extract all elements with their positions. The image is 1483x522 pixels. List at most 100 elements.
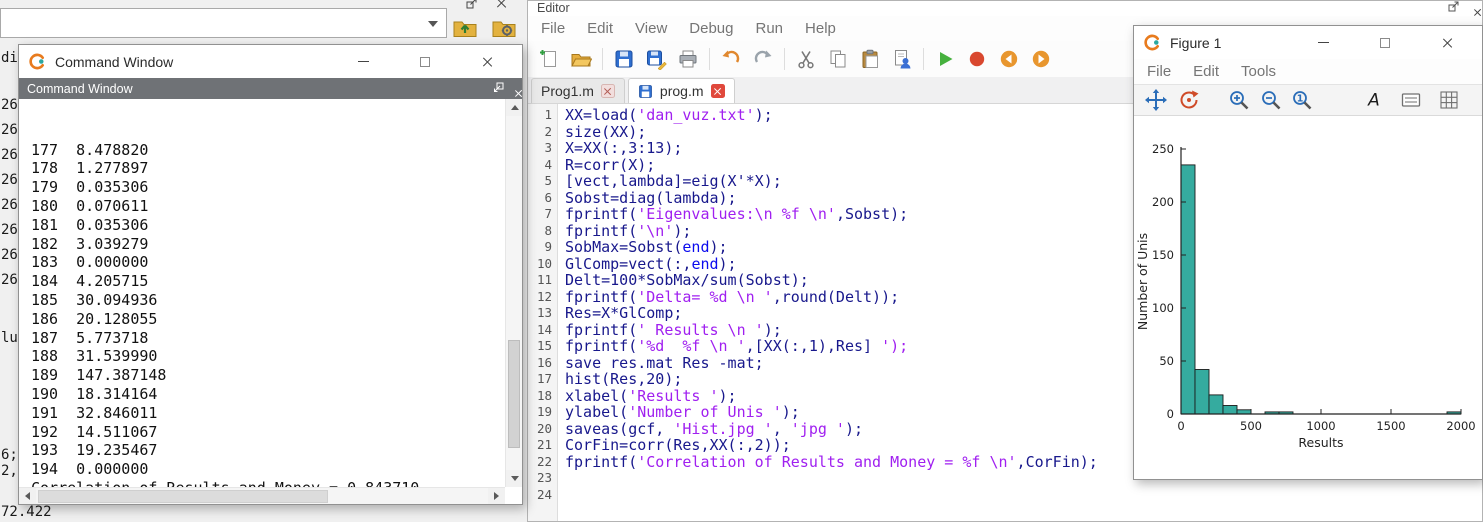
- output-line: 185 30.094936: [31, 291, 419, 310]
- editor-menu-help[interactable]: Help: [794, 20, 847, 37]
- vertical-scrollbar-thumb[interactable]: [508, 340, 520, 449]
- insert-text-button[interactable]: A: [1360, 87, 1388, 113]
- line-number: 2: [528, 124, 552, 141]
- undock-button[interactable]: [464, 0, 478, 9]
- step-forward-button[interactable]: [1026, 45, 1056, 73]
- toolbar-separator: [602, 48, 603, 70]
- histogram-bar: [1223, 406, 1237, 415]
- vertical-scrollbar[interactable]: [505, 99, 522, 487]
- new-script-button[interactable]: [534, 45, 564, 73]
- line-number: 21: [528, 437, 552, 454]
- close-button[interactable]: [1426, 30, 1468, 56]
- zoom-out-icon: [1260, 89, 1282, 111]
- editor-gutter: 123456789101112131415161718192021222324: [528, 104, 558, 521]
- editor-undock-button[interactable]: [1448, 1, 1459, 15]
- line-number: 13: [528, 305, 552, 322]
- scroll-down-button[interactable]: [506, 470, 522, 487]
- background-dropdown[interactable]: [0, 8, 447, 38]
- horizontal-scrollbar-thumb[interactable]: [38, 490, 328, 503]
- redo-icon: [753, 49, 773, 69]
- paste-button[interactable]: [855, 45, 885, 73]
- line-number: 12: [528, 289, 552, 306]
- run-button[interactable]: [930, 45, 960, 73]
- line-number: 7: [528, 206, 552, 223]
- background-text-fragment: 2,: [1, 463, 18, 479]
- undo-icon: [721, 49, 741, 69]
- save-button[interactable]: [609, 45, 639, 73]
- print-button[interactable]: [673, 45, 703, 73]
- line-number: 11: [528, 272, 552, 289]
- undock-icon: [1448, 1, 1459, 12]
- close-icon: [713, 87, 722, 96]
- open-button[interactable]: [566, 45, 596, 73]
- maximize-button[interactable]: [1364, 30, 1406, 56]
- command-window-panel-header: Command Window: [19, 78, 522, 99]
- copy-button[interactable]: [823, 45, 853, 73]
- background-top-icons: [464, 0, 508, 9]
- y-tick-label: 0: [1167, 407, 1174, 421]
- folder-settings-button[interactable]: [489, 13, 519, 41]
- editor-menu-debug[interactable]: Debug: [678, 20, 744, 37]
- editor-menu-view[interactable]: View: [624, 20, 678, 37]
- figure-menu-edit[interactable]: Edit: [1182, 63, 1230, 80]
- background-text-fragment: 6;: [1, 447, 18, 463]
- editor-menu-edit[interactable]: Edit: [576, 20, 624, 37]
- background-text-fragment: 26: [1, 172, 18, 188]
- figure-plot-area: 0501001502002500500100015002000ResultsNu…: [1134, 116, 1482, 479]
- cut-button[interactable]: [791, 45, 821, 73]
- scroll-up-button[interactable]: [506, 99, 522, 116]
- background-text-fragment: di: [1, 50, 18, 66]
- x-axis-label: Results: [1298, 435, 1343, 450]
- scroll-right-button[interactable]: [488, 488, 505, 505]
- close-button[interactable]: [494, 0, 508, 9]
- breakpoint-button[interactable]: [962, 45, 992, 73]
- tab-close-button[interactable]: [711, 84, 725, 98]
- browse-up-folder-button[interactable]: [450, 13, 480, 41]
- output-line: 177 8.478820: [31, 141, 419, 160]
- toolbar-separator: [923, 48, 924, 70]
- line-number: 8: [528, 223, 552, 240]
- dock-button[interactable]: [493, 82, 504, 96]
- editor-menu-file[interactable]: File: [530, 20, 576, 37]
- figure-menu-tools[interactable]: Tools: [1230, 63, 1287, 80]
- maximize-button[interactable]: [404, 49, 446, 75]
- command-window-output[interactable]: 177 8.478820178 1.277897179 0.035306180 …: [31, 141, 419, 498]
- line-number: 5: [528, 173, 552, 190]
- panel-title: Command Window: [27, 82, 133, 96]
- undock-icon: [466, 0, 477, 9]
- rotate-3d-button[interactable]: [1175, 87, 1203, 113]
- zoom-reset-button[interactable]: 1: [1288, 87, 1316, 113]
- line-number: 10: [528, 256, 552, 273]
- pan-button[interactable]: [1142, 87, 1170, 113]
- output-line: 186 20.128055: [31, 310, 419, 329]
- minimize-button[interactable]: [1302, 30, 1344, 56]
- minimize-button[interactable]: [342, 49, 384, 75]
- close-icon: [1441, 37, 1453, 49]
- zoom-in-button[interactable]: [1225, 87, 1253, 113]
- close-button[interactable]: [466, 49, 508, 75]
- run-icon: [935, 49, 955, 69]
- toolbar-separator: [784, 48, 785, 70]
- tab-prog1-m[interactable]: Prog1.m: [531, 78, 625, 103]
- figure-menu-file[interactable]: File: [1136, 63, 1182, 80]
- grid-button[interactable]: [1435, 87, 1463, 113]
- editor-window-title: Editor: [537, 1, 570, 15]
- output-line: 194 0.000000: [31, 460, 419, 479]
- figure-plot-svg: 0501001502002500500100015002000ResultsNu…: [1134, 116, 1483, 477]
- open-folder-icon: [570, 49, 592, 69]
- insert-legend-button[interactable]: [1397, 87, 1425, 113]
- find-button[interactable]: [887, 45, 917, 73]
- editor-menu-run[interactable]: Run: [744, 20, 794, 37]
- y-tick-label: 50: [1159, 354, 1174, 368]
- save-as-button[interactable]: [641, 45, 671, 73]
- horizontal-scrollbar[interactable]: [19, 487, 505, 504]
- tab-prog-m[interactable]: prog.m: [628, 78, 735, 103]
- redo-button[interactable]: [748, 45, 778, 73]
- zoom-out-button[interactable]: [1257, 87, 1285, 113]
- scroll-left-button[interactable]: [19, 488, 36, 505]
- line-number: 3: [528, 140, 552, 157]
- tab-close-button[interactable]: [601, 84, 615, 98]
- undo-button[interactable]: [716, 45, 746, 73]
- zoom-reset-icon: 1: [1291, 89, 1313, 111]
- step-back-button[interactable]: [994, 45, 1024, 73]
